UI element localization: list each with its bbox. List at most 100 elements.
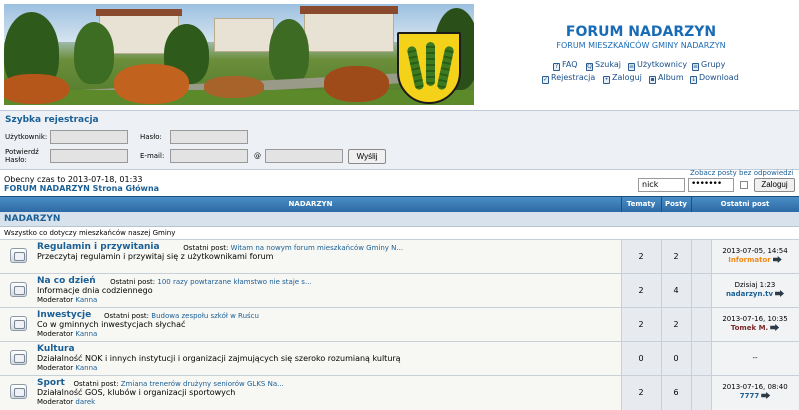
register-icon: ✓ <box>542 76 549 84</box>
last-post-date: -- <box>752 354 758 362</box>
topics-count: 2 <box>638 320 644 329</box>
groups-icon: ≡ <box>692 63 699 71</box>
header-posts: Posty <box>664 200 687 208</box>
forum-name-link[interactable]: Sport <box>37 378 65 388</box>
users-icon: ≡ <box>628 63 635 71</box>
last-post-author-link[interactable]: Informator <box>728 256 771 264</box>
last-post-author-link[interactable]: 7777 <box>740 392 759 400</box>
go-to-last-post-icon[interactable] <box>775 290 785 297</box>
last-post-author-link[interactable]: Tomek M. <box>731 324 768 332</box>
email-label: E-mail: <box>140 152 165 160</box>
go-to-last-post-icon[interactable] <box>770 324 780 331</box>
login-password-input[interactable]: ••••••• <box>688 178 734 192</box>
forum-name-link[interactable]: Na co dzień <box>37 276 96 286</box>
site-title: FORUM NADARZYN <box>565 24 717 40</box>
forum-description: Co w gminnych inwestycjach słychać <box>37 320 186 329</box>
category-description: Wszystko co dotyczy mieszkańców naszej G… <box>4 229 176 237</box>
forum-moderator: Moderator darek <box>37 398 95 406</box>
forum-last-post: Ostatni post: 100 razy powtarzane kłamst… <box>110 278 312 286</box>
last-post-topic-link[interactable]: Budowa zespołu szkół w Ruścu <box>151 312 259 320</box>
confirm-label-2: Hasło: <box>5 156 27 164</box>
forum-last-post: Ostatni post: Budowa zespołu szkół w Ruś… <box>104 312 259 320</box>
posts-count: 6 <box>673 388 679 397</box>
last-post-date: Dzisiaj 1:23 <box>734 281 776 289</box>
nav-album[interactable]: ▪ Album <box>649 73 684 84</box>
remember-me-checkbox[interactable] <box>740 181 748 189</box>
topics-count: 2 <box>638 252 644 261</box>
go-to-last-post-icon[interactable] <box>772 256 782 263</box>
header-banner-image <box>4 4 474 105</box>
forum-folder-icon <box>10 282 27 297</box>
posts-count: 2 <box>673 320 679 329</box>
category-name[interactable]: NADARZYN <box>4 214 60 224</box>
posts-count: 0 <box>673 354 679 363</box>
forum-name-link[interactable]: Inwestycje <box>37 310 91 320</box>
last-post-author: Informator <box>711 256 799 264</box>
email-at-sign: @ <box>254 152 261 160</box>
faq-icon: ? <box>553 63 560 71</box>
send-button[interactable]: Wyślij <box>348 149 386 164</box>
forum-moderator: Moderator Kanna <box>37 364 97 372</box>
login-username-input[interactable]: nick <box>638 178 685 192</box>
moderator-link[interactable]: Kanna <box>75 330 97 338</box>
forum-folder-icon <box>10 350 27 365</box>
forum-description: Działalność GOS, klubów i organizacji sp… <box>37 388 236 397</box>
download-icon: ↓ <box>690 76 697 84</box>
current-time: Obecny czas to 2013-07-18, 01:33 <box>4 175 143 184</box>
nav-download[interactable]: ↓ Download <box>690 73 739 84</box>
moderator-label: Moderator <box>37 398 74 406</box>
nadarzyn-coat-of-arms-icon <box>397 32 461 104</box>
nav-users[interactable]: ≡ Użytkownicy <box>628 60 687 71</box>
unanswered-posts-link[interactable]: Zobacz posty bez odpowiedzi <box>690 169 793 177</box>
posts-count: 2 <box>673 252 679 261</box>
login-button[interactable]: Zaloguj <box>754 178 795 192</box>
last-post-author-link[interactable]: nadarzyn.tv <box>726 290 773 298</box>
last-post-author: 7777 <box>711 392 799 400</box>
forum-home-link[interactable]: FORUM NADARZYN Strona Główna <box>4 184 159 193</box>
last-post-date: 2013-07-05, 14:54 <box>722 247 788 255</box>
moderator-link[interactable]: darek <box>75 398 95 406</box>
category-row <box>0 212 799 227</box>
login-icon: • <box>603 76 610 84</box>
forum-last-post: Ostatni post: Zmiana trenerów drużyny se… <box>74 380 284 388</box>
moderator-link[interactable]: Kanna <box>75 296 97 304</box>
quick-register-title: Szybka rejestracja <box>5 115 99 125</box>
header-last-post: Ostatni post <box>720 200 770 208</box>
moderator-label: Moderator <box>37 364 74 372</box>
forum-folder-icon <box>10 384 27 399</box>
forum-name-link[interactable]: Kultura <box>37 344 75 354</box>
last-post-date: 2013-07-16, 08:40 <box>722 383 788 391</box>
nav-login[interactable]: • Zaloguj <box>603 73 642 84</box>
nav-faq[interactable]: ? FAQ <box>553 60 578 71</box>
forum-description: Przeczytaj regulamin i przywitaj się z u… <box>37 252 274 261</box>
forum-folder-icon <box>10 248 27 263</box>
register-password-input[interactable] <box>170 130 248 144</box>
moderator-link[interactable]: Kanna <box>75 364 97 372</box>
register-confirm-password-input[interactable] <box>50 149 128 163</box>
forum-name-link[interactable]: Regulamin i przywitania <box>37 242 160 252</box>
header-forum: NADARZYN <box>288 200 333 208</box>
last-post-topic-link[interactable]: Witam na nowym forum mieszkańców Gminy N… <box>231 244 404 252</box>
site-description: FORUM MIESZKAŃCÓW GMINY NADARZYN <box>556 41 726 50</box>
forum-moderator: Moderator Kanna <box>37 296 97 304</box>
last-post-label: Ostatni post: <box>73 380 119 388</box>
register-username-input[interactable] <box>50 130 128 144</box>
register-email-domain-input[interactable] <box>265 149 343 163</box>
nav-register[interactable]: ✓ Rejestracja <box>542 73 595 84</box>
nav-groups[interactable]: ≡ Grupy <box>692 60 725 71</box>
moderator-label: Moderator <box>37 296 74 304</box>
last-post-label: Ostatni post: <box>104 312 150 320</box>
go-to-last-post-icon[interactable] <box>761 392 771 399</box>
last-post-author: nadarzyn.tv <box>711 290 799 298</box>
forum-description: Informacje dnia codziennego <box>37 286 153 295</box>
last-post-topic-link[interactable]: 100 razy powtarzane kłamstwo nie staje s… <box>157 278 311 286</box>
last-post-date: 2013-07-16, 10:35 <box>722 315 788 323</box>
forum-description: Działalność NOK i innych instytucji i or… <box>37 354 401 363</box>
nav-search[interactable]: Q Szukaj <box>586 60 621 71</box>
last-post-topic-link[interactable]: Zmiana trenerów drużyny seniorów GLKS Na… <box>121 380 284 388</box>
password-label: Hasło: <box>140 133 162 141</box>
register-email-user-input[interactable] <box>170 149 248 163</box>
header-topics: Tematy <box>626 200 656 208</box>
topics-count: 2 <box>638 388 644 397</box>
album-icon: ▪ <box>649 76 656 84</box>
